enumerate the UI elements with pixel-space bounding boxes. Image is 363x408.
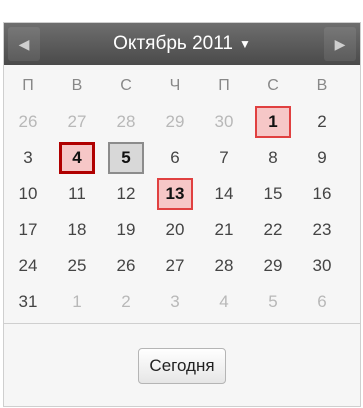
week-row: 17 18 19 20 21 22 23 xyxy=(10,214,340,250)
day-cell[interactable]: 2 xyxy=(304,106,340,138)
day-cell[interactable]: 4 xyxy=(206,286,242,318)
day-cell[interactable]: 7 xyxy=(206,142,242,174)
day-cell[interactable]: 14 xyxy=(206,178,242,210)
calendar-grid: П В С Ч П С В 26 27 28 29 30 1 2 3 4 5 6 7 8 9 10 11 12 13 14 15 16… xyxy=(10,70,340,322)
day-cell[interactable]: 2 xyxy=(108,286,144,318)
day-cell[interactable]: 17 xyxy=(10,214,46,246)
week-row: 3456789 xyxy=(10,142,340,178)
weekday-label: П xyxy=(218,77,230,94)
day-cell[interactable]: 26 xyxy=(10,106,46,138)
marked-day[interactable]: 13 xyxy=(157,178,193,210)
day-cell[interactable]: 28 xyxy=(206,250,242,282)
day-cell[interactable]: 31 xyxy=(10,286,46,318)
weekday-label: С xyxy=(267,77,279,94)
day-cell[interactable]: 3 xyxy=(157,286,193,318)
day-cell[interactable]: 30 xyxy=(304,250,340,282)
week-row: 24 25 26 27 28 29 30 xyxy=(10,250,340,286)
day-cell[interactable]: 11 xyxy=(59,178,95,210)
triangle-right-icon: ▶ xyxy=(334,35,346,52)
month-year-title: Октябрь 2011 xyxy=(113,33,233,54)
datepicker-footer: Сегодня xyxy=(4,323,360,408)
marked-day[interactable]: 5 xyxy=(108,142,144,174)
selected-day[interactable]: 4 xyxy=(59,142,95,174)
prev-month-button[interactable]: ◀ xyxy=(8,27,40,61)
day-cell[interactable]: 19 xyxy=(108,214,144,246)
day-cell[interactable]: 25 xyxy=(59,250,95,282)
day-cell[interactable]: 22 xyxy=(255,214,291,246)
day-cell[interactable]: 29 xyxy=(157,106,193,138)
day-cell[interactable]: 1 xyxy=(59,286,95,318)
triangle-left-icon: ◀ xyxy=(18,35,30,52)
day-cell[interactable]: 29 xyxy=(255,250,291,282)
day-cell[interactable]: 30 xyxy=(206,106,242,138)
day-cell[interactable]: 10 xyxy=(10,178,46,210)
week-row: 26 27 28 29 30 1 2 xyxy=(10,106,340,142)
datepicker-header: ◀ Октябрь 2011 ▼ ▶ xyxy=(4,23,360,65)
month-year-selector[interactable]: Октябрь 2011 ▼ xyxy=(44,23,320,65)
day-cell[interactable]: 23 xyxy=(304,214,340,246)
day-cell[interactable]: 15 xyxy=(255,178,291,210)
marked-day[interactable]: 1 xyxy=(255,106,291,138)
day-cell[interactable]: 26 xyxy=(108,250,144,282)
day-cell[interactable]: 6 xyxy=(304,286,340,318)
week-row: 10 11 12 13 14 15 16 xyxy=(10,178,340,214)
day-cell[interactable]: 8 xyxy=(255,142,291,174)
day-cell[interactable]: 5 xyxy=(255,286,291,318)
day-cell[interactable]: 28 xyxy=(108,106,144,138)
weekday-label: П xyxy=(22,77,34,94)
day-cell[interactable]: 27 xyxy=(59,106,95,138)
weekday-label: Ч xyxy=(169,77,181,94)
day-cell[interactable]: 18 xyxy=(59,214,95,246)
weekday-label: В xyxy=(316,77,328,94)
weekday-label: С xyxy=(120,77,132,94)
datepicker: ◀ Октябрь 2011 ▼ ▶ П В С Ч П С В 26 27 28 29 30 1 2 3 4… xyxy=(3,22,361,407)
week-row: 31 1 2 3 4 5 6 xyxy=(10,286,340,322)
day-cell[interactable]: 12 xyxy=(108,178,144,210)
next-month-button[interactable]: ▶ xyxy=(324,27,356,61)
weekday-header-row: ПВСЧПСВ xyxy=(10,70,340,106)
day-cell[interactable]: 21 xyxy=(206,214,242,246)
day-cell[interactable]: 27 xyxy=(157,250,193,282)
day-cell[interactable]: 16 xyxy=(304,178,340,210)
today-button[interactable]: Сегодня xyxy=(138,348,226,384)
caret-down-icon: ▼ xyxy=(238,37,251,51)
weekday-label: В xyxy=(71,77,83,94)
day-cell[interactable]: 24 xyxy=(10,250,46,282)
day-cell[interactable]: 9 xyxy=(304,142,340,174)
day-cell[interactable]: 6 xyxy=(157,142,193,174)
day-cell[interactable]: 3 xyxy=(10,142,46,174)
day-cell[interactable]: 20 xyxy=(157,214,193,246)
